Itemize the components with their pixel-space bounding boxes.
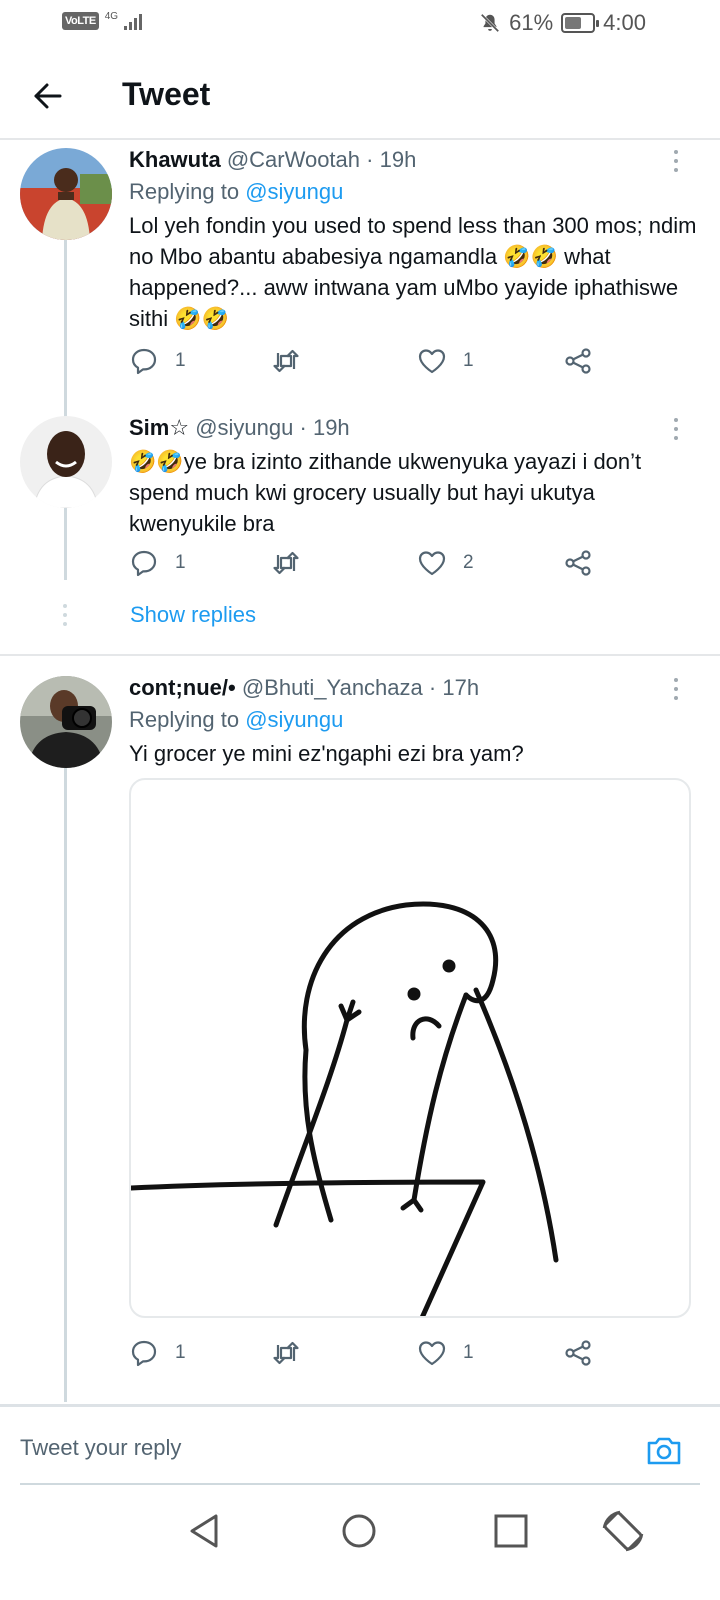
tweet-text: Yi grocer ye mini ez'ngaphi ezi bra yam? [129, 741, 524, 766]
tweet-sim[interactable]: Sim☆ @siyungu · 19h 🤣🤣ye bra izinto zith… [0, 394, 720, 652]
user-handle: @Bhuti_Yanchaza [241, 675, 423, 700]
like-button[interactable]: 1 [417, 346, 474, 376]
tweet-header: Sim☆ @siyungu · 19h [129, 415, 350, 440]
top-app-bar: Tweet [0, 60, 720, 140]
retweet-icon [273, 1341, 299, 1365]
reply-icon [131, 348, 157, 375]
tweet-header: cont;nue/• @Bhuti_Yanchaza · 17h [129, 675, 480, 700]
retweet-icon [273, 551, 299, 575]
nav-recents-icon[interactable] [488, 1508, 534, 1554]
status-right: 61% 4:00 [479, 10, 646, 36]
reply-count: 1 [175, 1342, 186, 1363]
tweet-actions: 1 2 [129, 548, 689, 588]
show-replies-link[interactable]: Show replies [130, 602, 256, 628]
tweet-continue[interactable]: cont;nue/• @Bhuti_Yanchaza · 17h Replyin… [0, 672, 720, 1402]
divider [0, 654, 720, 656]
tweet-image[interactable] [129, 778, 691, 1318]
tweet-header: Khawuta @CarWootah · 19h [129, 147, 417, 172]
mention-link[interactable]: @siyungu [245, 179, 343, 204]
tweet-content: Khawuta @CarWootah · 19h Replying to @si… [129, 144, 700, 334]
share-button[interactable] [563, 548, 593, 578]
like-icon [418, 349, 446, 374]
share-icon [565, 550, 591, 576]
reply-count: 1 [175, 350, 186, 371]
nav-back-icon[interactable] [182, 1508, 228, 1554]
mute-bell-icon [480, 13, 500, 33]
reply-count: 1 [175, 552, 186, 573]
like-icon [418, 1341, 446, 1366]
thread-dots [63, 604, 67, 631]
tweet-time: 19h [312, 415, 350, 440]
tweet-time: 17h [442, 675, 480, 700]
avatar[interactable] [20, 148, 112, 240]
like-icon [418, 551, 446, 576]
status-bar: VoLTE 4G 61% 4:00 [0, 0, 720, 50]
tweet-text: 🤣🤣ye bra izinto zithande ukwenyuka yayaz… [129, 449, 642, 536]
thread-line [64, 240, 67, 410]
display-name[interactable]: Khawuta [129, 147, 221, 172]
reply-button[interactable]: 1 [129, 548, 186, 578]
clock: 4:00 [603, 10, 646, 35]
sketch-figure-image [131, 901, 559, 1316]
reply-button[interactable]: 1 [129, 346, 186, 376]
back-arrow-icon[interactable] [28, 76, 68, 116]
nav-home-icon[interactable] [336, 1508, 382, 1554]
rotate-icon[interactable] [600, 1508, 646, 1554]
replying-to: Replying to @siyungu [129, 707, 344, 732]
avatar[interactable] [20, 416, 112, 508]
reply-icon [131, 550, 157, 577]
retweet-button[interactable] [271, 548, 317, 578]
tweet-khawuta[interactable]: Khawuta @CarWootah · 19h Replying to @si… [0, 144, 720, 410]
retweet-icon [273, 349, 299, 373]
camera-icon[interactable] [644, 1431, 684, 1471]
reply-composer [0, 1404, 720, 1490]
battery-percent: 61% [509, 10, 554, 35]
reply-input[interactable] [20, 1435, 580, 1461]
share-button[interactable] [563, 346, 593, 376]
tweet-actions: 1 1 [129, 346, 689, 386]
tweet-time: 19h [379, 147, 417, 172]
retweet-button[interactable] [271, 1338, 317, 1368]
like-count: 2 [463, 552, 474, 573]
like-count: 1 [463, 350, 474, 371]
mention-link[interactable]: @siyungu [245, 707, 343, 732]
display-name[interactable]: Sim☆ [129, 415, 189, 440]
status-left: VoLTE 4G [62, 12, 146, 30]
retweet-button[interactable] [271, 346, 317, 376]
signal-icon [124, 14, 143, 30]
tweet-actions: 1 1 [129, 1338, 689, 1378]
share-icon [565, 348, 591, 374]
system-nav-bar [0, 1490, 720, 1600]
like-button[interactable]: 2 [417, 548, 474, 578]
tweet-text: Lol yeh fondin you used to spend less th… [129, 213, 697, 331]
thread-line [64, 768, 67, 1402]
tweet-content: Sim☆ @siyungu · 19h 🤣🤣ye bra izinto zith… [129, 412, 700, 539]
like-button[interactable]: 1 [417, 1338, 474, 1368]
like-count: 1 [463, 1342, 474, 1363]
reply-button[interactable]: 1 [129, 1338, 186, 1368]
page-title: Tweet [122, 76, 211, 112]
avatar[interactable] [20, 676, 112, 768]
display-name[interactable]: cont;nue/• [129, 675, 236, 700]
user-handle: @siyungu [195, 415, 294, 440]
battery-icon [561, 13, 600, 33]
reply-underline [20, 1483, 700, 1485]
network-type: 4G [104, 11, 119, 22]
user-handle: @CarWootah [226, 147, 361, 172]
reply-icon [131, 1340, 157, 1367]
share-icon [565, 1340, 591, 1366]
tweet-content: cont;nue/• @Bhuti_Yanchaza · 17h Replyin… [129, 672, 700, 769]
replying-to: Replying to @siyungu [129, 179, 344, 204]
volte-badge: VoLTE [62, 12, 99, 30]
share-button[interactable] [563, 1338, 593, 1368]
